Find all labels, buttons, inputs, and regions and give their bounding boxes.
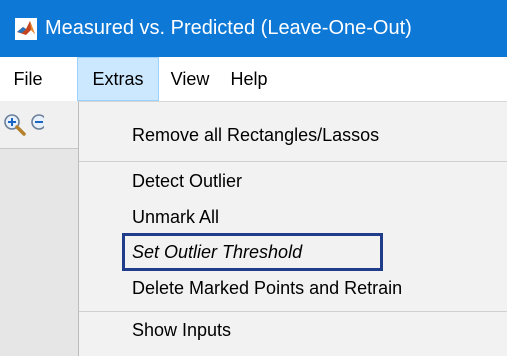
- menu-view[interactable]: View: [165, 57, 215, 101]
- menu-extras[interactable]: Extras: [77, 57, 159, 101]
- menu-item-show-inputs[interactable]: Show Inputs: [132, 320, 231, 341]
- menu-item-unmark-all[interactable]: Unmark All: [132, 207, 219, 228]
- window-title: Measured vs. Predicted (Leave-One-Out): [45, 17, 412, 39]
- zoom-out-icon[interactable]: [30, 113, 44, 137]
- matlab-logo-icon: [15, 18, 37, 40]
- menu-separator: [79, 161, 507, 162]
- menu-item-set-outlier-threshold[interactable]: Set Outlier Threshold: [132, 242, 302, 263]
- menu-bar: File Extras View Help: [0, 57, 507, 101]
- zoom-in-icon[interactable]: [3, 113, 27, 137]
- menu-item-delete-marked-retrain[interactable]: Delete Marked Points and Retrain: [132, 278, 402, 299]
- figure-background: [0, 148, 80, 356]
- menu-help[interactable]: Help: [224, 57, 274, 101]
- menu-file[interactable]: File: [8, 57, 48, 101]
- menu-item-remove-rectangles[interactable]: Remove all Rectangles/Lassos: [132, 125, 379, 146]
- menu-item-detect-outlier[interactable]: Detect Outlier: [132, 171, 242, 192]
- menu-separator: [79, 311, 507, 312]
- panel-divider: [0, 148, 80, 149]
- app-window: Measured vs. Predicted (Leave-One-Out) F…: [0, 0, 507, 356]
- title-bar: Measured vs. Predicted (Leave-One-Out): [0, 0, 507, 57]
- extras-dropdown-menu: Remove all Rectangles/Lassos Detect Outl…: [78, 101, 507, 356]
